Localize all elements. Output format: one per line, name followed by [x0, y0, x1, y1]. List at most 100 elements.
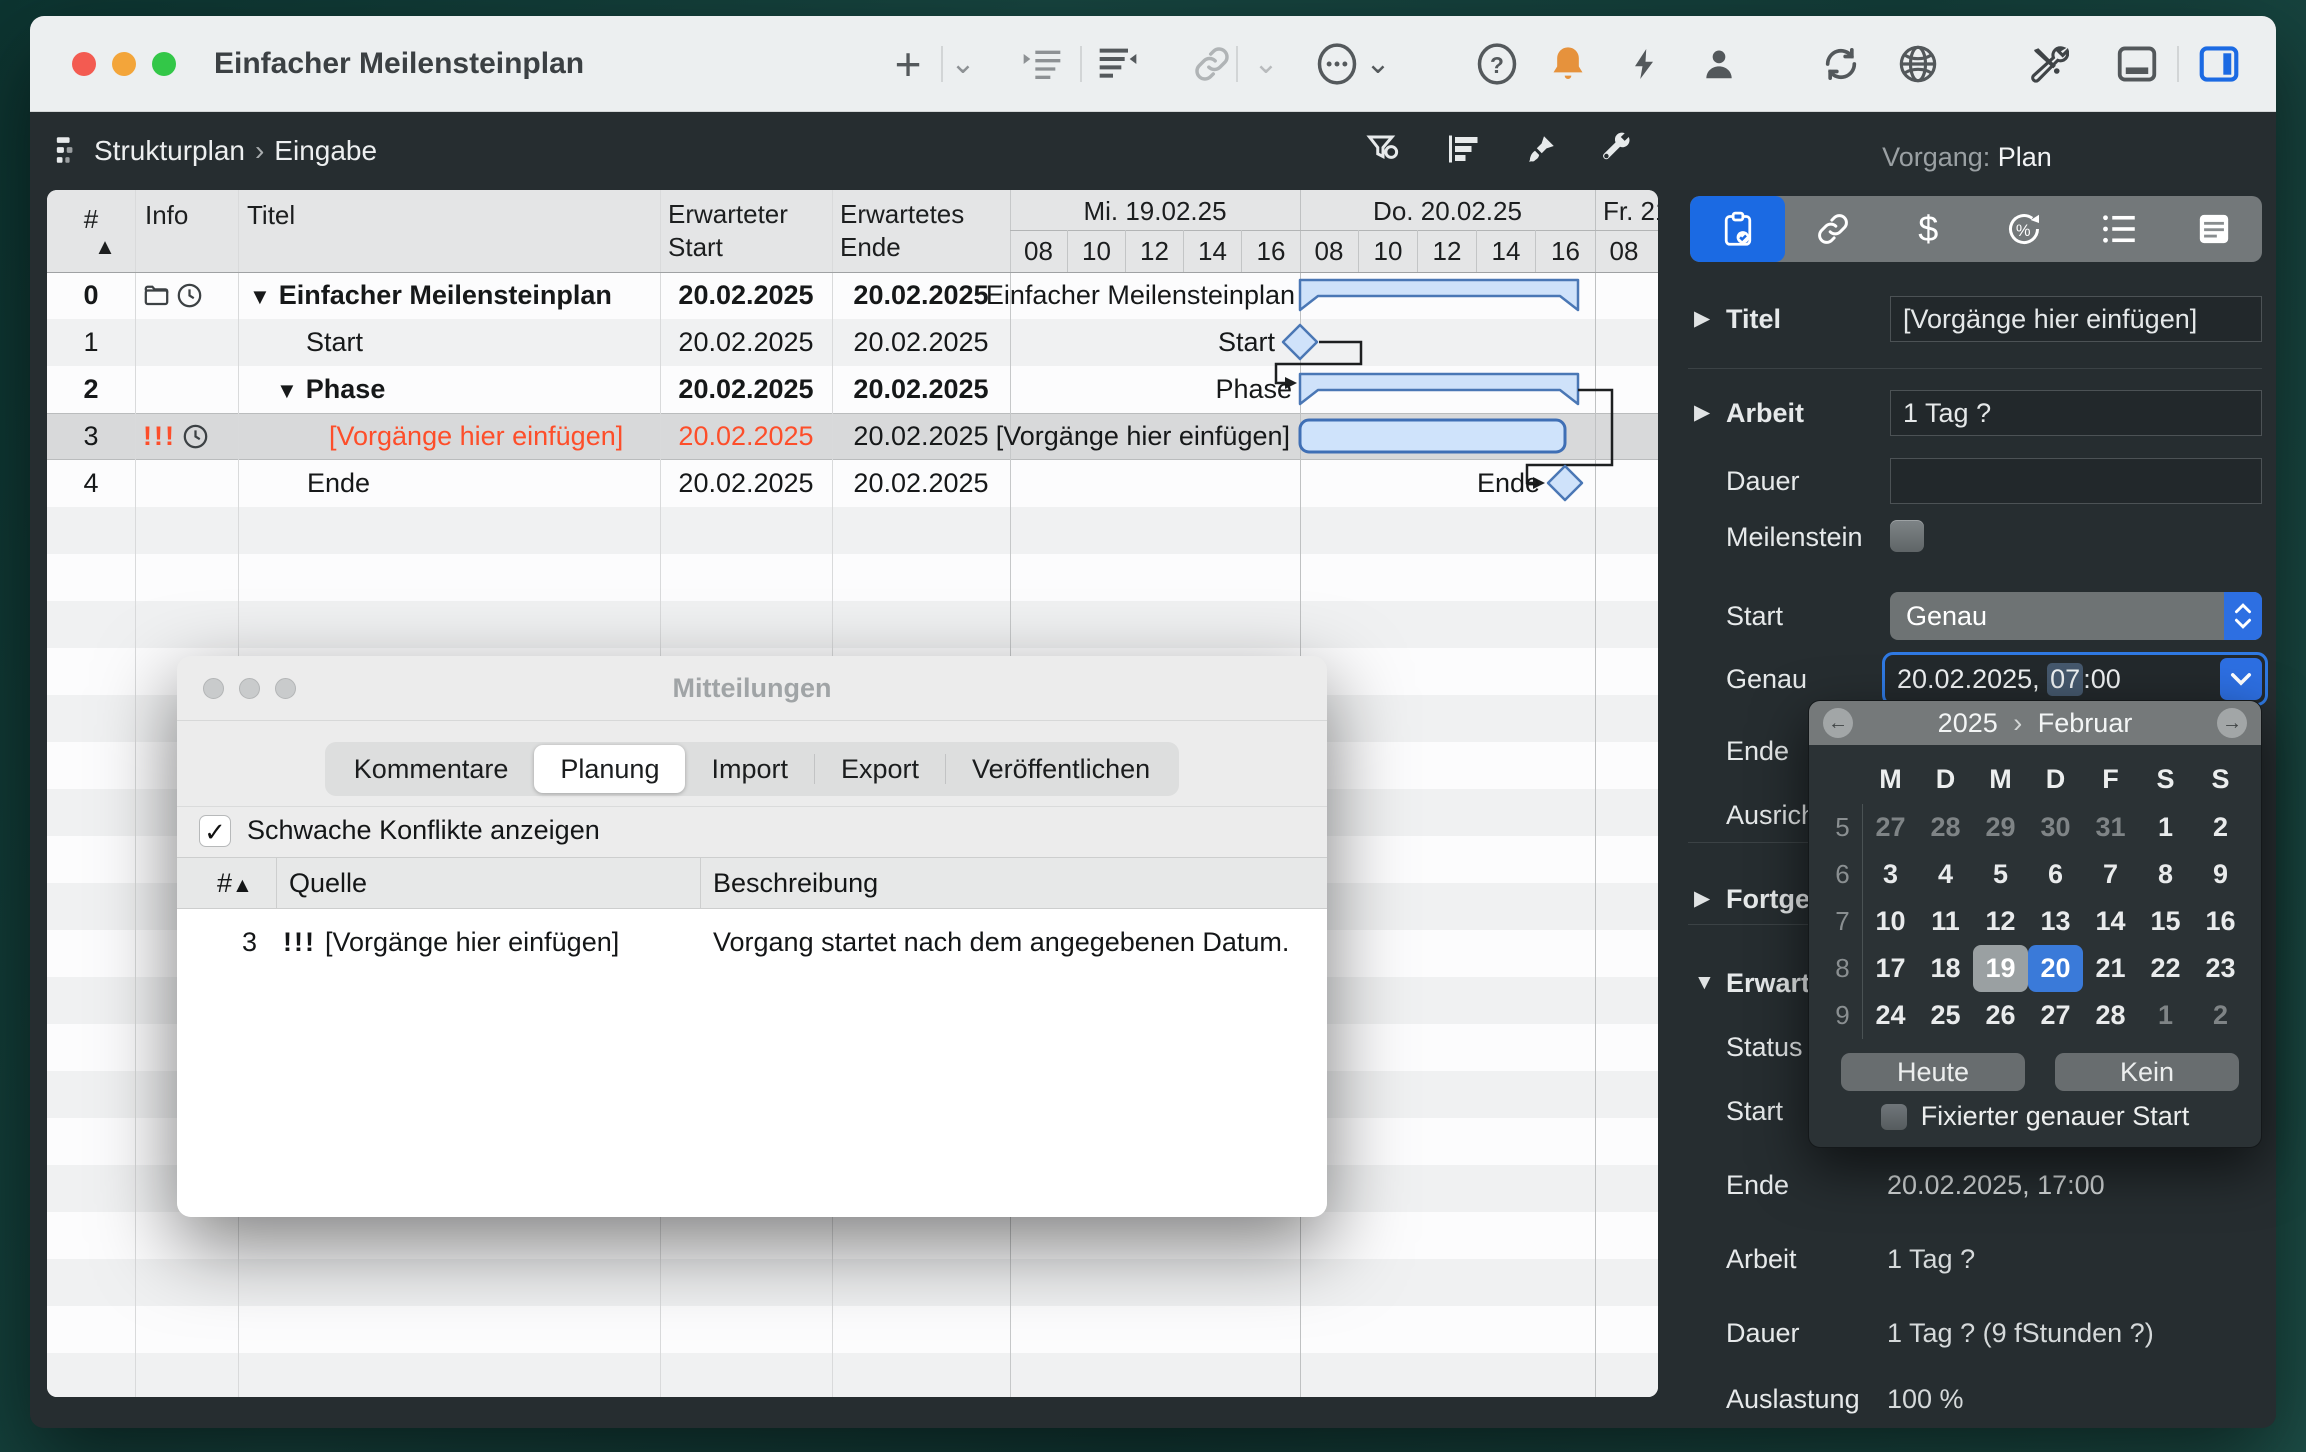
toggle-right-panel-icon[interactable]	[2195, 40, 2243, 88]
expected-start-cell[interactable]: 20.02.2025	[660, 460, 832, 507]
row-info-icons[interactable]: !!!	[143, 413, 237, 460]
column-header-expected-start[interactable]: ErwarteterStart	[668, 198, 788, 264]
task-title[interactable]: Start	[306, 319, 363, 366]
disclosure-open-icon[interactable]: ▼	[276, 378, 298, 403]
expected-start-cell[interactable]: 20.02.2025	[660, 413, 832, 460]
toggle-bottom-panel-icon[interactable]	[2113, 40, 2161, 88]
calendar-day[interactable]: 21	[2083, 945, 2138, 992]
calendar-day[interactable]: 26	[1973, 992, 2028, 1039]
tab-export[interactable]: Export	[815, 745, 945, 793]
more-actions-chevron-icon[interactable]: ⌄	[1354, 40, 1402, 88]
tab-planung[interactable]: Planung	[534, 745, 685, 793]
none-button[interactable]: Kein	[2055, 1053, 2239, 1091]
tab-links[interactable]	[1785, 196, 1880, 262]
calendar-day[interactable]: 10	[1863, 898, 1918, 945]
dauer-input[interactable]	[1890, 458, 2262, 504]
calendar-day[interactable]: 2	[2193, 804, 2248, 851]
calendar-day[interactable]: 25	[1918, 992, 1973, 1039]
calendar-day[interactable]: 23	[2193, 945, 2248, 992]
today-button[interactable]: Heute	[1841, 1053, 2025, 1091]
lightning-icon[interactable]	[1620, 40, 1668, 88]
filter-icon[interactable]	[1359, 125, 1407, 173]
disclosure-closed-icon[interactable]: ▶	[1694, 390, 1710, 436]
wrench-icon[interactable]	[1592, 125, 1640, 173]
calendar-day[interactable]: 27	[1863, 804, 1918, 851]
breadcrumb[interactable]: Strukturplan›Eingabe	[94, 112, 377, 190]
calendar-day[interactable]: 31	[2083, 804, 2138, 851]
calendar-day-selected[interactable]: 20	[2028, 945, 2083, 992]
column-header-info[interactable]: Info	[145, 200, 188, 231]
calendar-day[interactable]: 29	[1973, 804, 2028, 851]
row-number[interactable]: 2	[47, 366, 135, 413]
calendar-day[interactable]: 28	[1918, 804, 1973, 851]
disclosure-closed-icon[interactable]: ▶	[1694, 876, 1710, 922]
task-title[interactable]: ▼Phase	[276, 366, 385, 414]
calendar-day[interactable]: 2	[2193, 992, 2248, 1039]
add-task-button[interactable]: +	[884, 40, 932, 88]
calendar-day[interactable]: 24	[1863, 992, 1918, 1039]
tab-notes[interactable]	[2167, 196, 2262, 262]
column-header-description[interactable]: Beschreibung	[713, 858, 878, 910]
breadcrumb-view[interactable]: Eingabe	[274, 135, 377, 166]
disclosure-open-icon[interactable]: ▼	[1694, 960, 1715, 1006]
breadcrumb-section[interactable]: Strukturplan	[94, 135, 245, 166]
time-rest[interactable]: :00	[2083, 664, 2121, 695]
settings-tools-icon[interactable]	[2024, 40, 2072, 88]
row-number[interactable]: 4	[47, 460, 135, 507]
calendar-day[interactable]: 6	[2028, 851, 2083, 898]
help-icon[interactable]: ?	[1473, 40, 1521, 88]
globe-icon[interactable]	[1894, 40, 1942, 88]
disclosure-closed-icon[interactable]: ▶	[1694, 296, 1710, 342]
tab-progress[interactable]: %	[1976, 196, 2071, 262]
calendar-day[interactable]: 1	[2138, 804, 2193, 851]
task-title[interactable]: [Vorgänge hier einfügen]	[329, 413, 623, 460]
calendar-day[interactable]: 1	[2138, 992, 2193, 1039]
calendar-day[interactable]: 9	[2193, 851, 2248, 898]
calendar-day[interactable]: 30	[2028, 804, 2083, 851]
tab-costs[interactable]: $	[1881, 196, 1976, 262]
row-number[interactable]: 0	[47, 272, 135, 319]
conflict-row[interactable]: 3 !!! [Vorgänge hier einfügen] Vorgang s…	[177, 919, 1327, 965]
add-options-chevron-icon[interactable]: ⌄	[939, 40, 987, 88]
user-icon[interactable]	[1695, 40, 1743, 88]
expected-end-cell[interactable]: 20.02.2025	[832, 272, 1010, 319]
calendar-day[interactable]: 15	[2138, 898, 2193, 945]
tab-checklist[interactable]	[2071, 196, 2166, 262]
expected-start-cell[interactable]: 20.02.2025	[660, 272, 832, 319]
row-number[interactable]: 1	[47, 319, 135, 366]
indent-icon[interactable]	[1094, 40, 1142, 88]
tab-import[interactable]: Import	[685, 745, 814, 793]
expected-end-cell[interactable]: 20.02.2025	[832, 366, 1010, 413]
task-title[interactable]: Ende	[307, 460, 370, 507]
select-stepper-icon[interactable]	[2224, 592, 2262, 640]
column-header-source[interactable]: Quelle	[289, 858, 367, 910]
date-part[interactable]: 20.02.2025,	[1897, 664, 2047, 695]
row-info-icons[interactable]	[143, 272, 237, 319]
calendar-day[interactable]: 4	[1918, 851, 1973, 898]
zoom-window-button[interactable]	[152, 52, 176, 76]
genau-date-input[interactable]: 20.02.2025, 07:00	[1882, 652, 2268, 706]
column-header-title[interactable]: Titel	[247, 200, 295, 231]
calendar-day[interactable]: 7	[2083, 851, 2138, 898]
expected-start-cell[interactable]: 20.02.2025	[660, 319, 832, 366]
calendar-day[interactable]: 14	[2083, 898, 2138, 945]
disclosure-open-icon[interactable]: ▼	[249, 284, 271, 309]
titel-input[interactable]: [Vorgänge hier einfügen]	[1890, 296, 2262, 342]
expected-end-cell[interactable]: 20.02.2025	[832, 413, 1010, 460]
calendar-day[interactable]: 18	[1918, 945, 1973, 992]
time-hour-selected[interactable]: 07	[2047, 663, 2083, 696]
calendar-day[interactable]: 17	[1863, 945, 1918, 992]
outdent-icon[interactable]	[1018, 40, 1066, 88]
calendar-day-today[interactable]: 19	[1973, 945, 2028, 992]
column-header-number[interactable]: #	[47, 204, 135, 235]
view-options-icon[interactable]	[1440, 125, 1488, 173]
column-header-number[interactable]: #▲	[217, 858, 253, 910]
expected-end-cell[interactable]: 20.02.2025	[832, 319, 1010, 366]
calendar-day[interactable]: 3	[1863, 851, 1918, 898]
calendar-day[interactable]: 5	[1973, 851, 2028, 898]
style-brush-icon[interactable]	[1517, 125, 1565, 173]
calendar-day[interactable]: 22	[2138, 945, 2193, 992]
sync-icon[interactable]	[1817, 40, 1865, 88]
calendar-day[interactable]: 16	[2193, 898, 2248, 945]
calendar-month[interactable]: Februar	[2038, 708, 2133, 738]
